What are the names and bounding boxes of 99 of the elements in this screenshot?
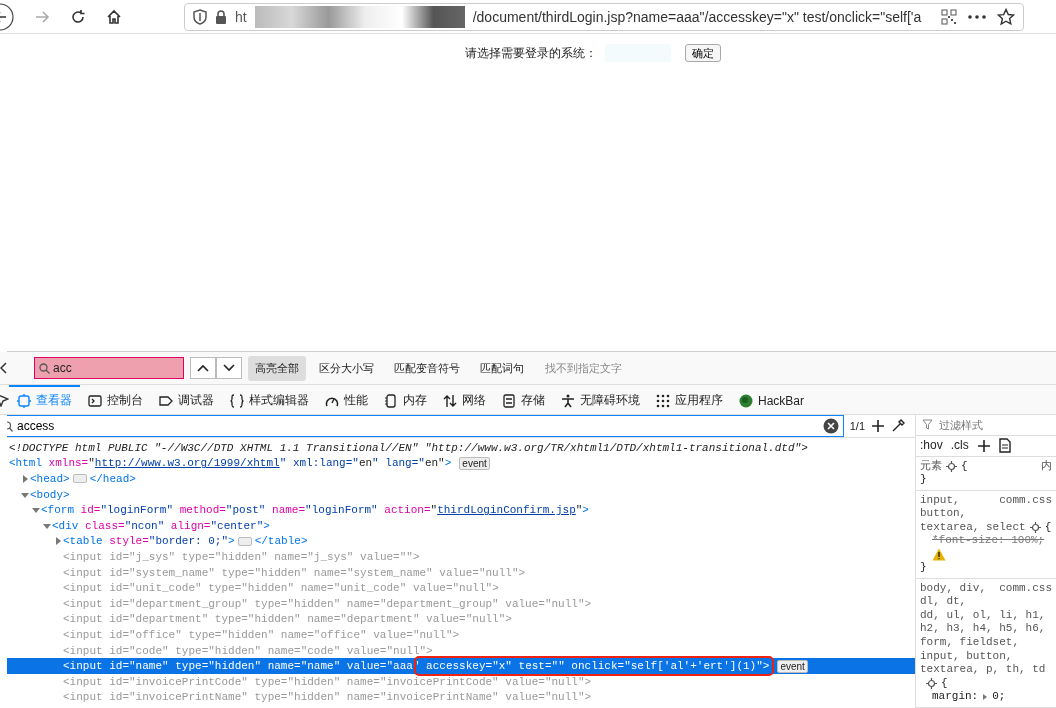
clear-icon[interactable] [822,418,839,434]
event-badge[interactable]: event [777,659,808,673]
css-selector: dl, dt, [920,595,967,609]
stylesheet-link[interactable]: comm.css [999,581,1052,596]
doctype-line[interactable]: <!DOCTYPE html PUBLIC "-//W3C//DTD XHTML 1.1 Transitional//EN" "http://www.w3.org/TR/xhtml1/DTD/xhtml1-transitional.dtd"> [9,441,808,454]
chevron-down-icon [223,364,235,372]
braces-icon [230,393,244,408]
closing-tag: </head> [89,473,136,485]
qr-code-icon[interactable] [941,8,957,25]
css-selector: textarea, p, th, td [920,663,1046,677]
code-line[interactable]: <div class="ncon" align="center"> [52,519,270,532]
debugger-icon [159,393,173,408]
markup-search-field[interactable]: access [7,415,844,437]
stylesheet-link[interactable]: 内 [1041,459,1052,474]
filter-icon [922,419,933,431]
arrows-icon [443,393,457,408]
code-line[interactable]: <form id="loginForm" method="post" name="loginForm" action="thirdLoginConfirm.jsp"> [41,504,589,517]
gear-icon[interactable] [926,678,937,690]
devtools-tab[interactable]: 内存 [376,384,435,415]
devtools-tab[interactable]: 应用程序 [648,384,731,415]
back-button[interactable] [0,1,16,32]
collapsed-triangle-icon[interactable] [20,474,30,484]
grid-dots-icon [656,393,670,408]
css-value[interactable]: 0; [992,690,1006,704]
add-icon[interactable] [976,438,991,453]
find-option-button[interactable]: 区分大小写 [312,355,381,381]
pick-element-icon[interactable] [0,392,9,407]
find-option-button[interactable]: 高亮全部 [248,355,306,381]
forward-arrow-icon [34,8,50,25]
stylesheet-link[interactable]: comm.css [999,493,1052,508]
chevron-icon[interactable] [0,362,8,374]
home-icon [106,8,122,25]
css-selector: body, div, [920,581,986,596]
add-icon[interactable] [871,419,885,433]
devtools-tab[interactable]: HackBar [731,384,812,415]
star-icon[interactable] [997,7,1015,26]
css-selector: h2, h3, h4, h5, h6, [920,622,1046,637]
url-text: ht [235,8,247,25]
css-brace: } [920,473,928,487]
shield-icon [193,8,207,25]
eyedropper-icon[interactable] [891,419,905,433]
chevron-up-icon [197,364,209,372]
match-count: 1/1 [849,420,865,432]
css-brace: { [961,459,968,474]
next-button[interactable] [216,357,242,379]
css-selector: textarea, select [920,520,1026,535]
address-bar[interactable]: ht /document/thirdLogin.jsp?name=aaa"/accesskey="x" test/onclick="self['a [184,2,1024,31]
devtools-tab[interactable]: 查看器 [9,384,80,415]
devtools-tab[interactable]: 性能 [317,384,376,415]
gear-icon[interactable] [1029,522,1041,534]
code-line[interactable]: <table style="border: 0;"> [63,535,235,548]
css-selector: dd, ul, ol, li, h1, [920,608,1046,623]
reload-icon [70,8,86,25]
code-line[interactable]: <head> [30,473,70,485]
gear-icon[interactable] [946,460,957,472]
url-text: /document/thirdLogin.jsp?name=aaa"/accesskey="x" test/onclick="self['a [472,8,923,25]
devtools-tab[interactable]: 存储 [494,384,553,415]
closing-tag: </table> [254,535,308,548]
system-select-label: 请选择需要登录的系统： [465,45,597,62]
link[interactable]: thirdLoginConfirm.jsp [437,504,576,517]
previous-button[interactable] [190,357,216,379]
console-icon [88,393,102,408]
cls-toggle[interactable]: .cls [950,438,969,453]
devtools-tab[interactable]: 样式编辑器 [222,384,317,415]
css-property[interactable]: margin: [932,690,979,704]
storage-icon [502,393,516,408]
expand-triangle-icon[interactable] [982,693,989,702]
find-option-button[interactable]: 匹配变音符号 [387,355,467,381]
css-selector: input, [920,493,960,508]
css-selector: 元素 [920,459,942,474]
find-option-button[interactable]: 匹配词句 [473,355,531,381]
devtools-tab[interactable]: 网络 [435,384,494,415]
hov-toggle[interactable]: :hov [920,438,943,453]
find-field[interactable]: acc [34,357,184,379]
code-line[interactable]: <html xmlns="http://www.w3.org/1999/xhtml" xml:lang="en" lang="en"> [9,457,452,470]
inspector-icon [17,393,31,408]
memory-chip-icon [384,393,398,408]
link[interactable]: http://www.w3.org/1999/xhtml [94,457,280,470]
document-icon[interactable] [998,438,1011,454]
css-brace: } [920,561,928,575]
devtools-tab[interactable]: 调试器 [151,384,222,415]
devtools-tab[interactable]: 控制台 [80,384,151,415]
find-status-text: 找不到指定文字 [545,360,622,376]
css-selector: button, [920,507,967,521]
css-brace: { [941,676,948,691]
collapsed-triangle-icon[interactable] [53,536,63,547]
back-arrow-icon [0,2,16,31]
css-selector: input, button, [920,649,1013,664]
css-brace: { [1044,520,1052,535]
lock-icon [215,9,227,24]
accessibility-person-icon [561,393,575,408]
ball-icon [739,393,753,408]
css-selector: form, fieldset, [920,636,1020,650]
code-line[interactable]: <body> [30,488,70,501]
devtools-tab[interactable]: 无障碍环境 [553,384,648,415]
confirm-button[interactable]: 确定 [685,44,721,62]
find-input[interactable]: acc [53,361,173,375]
css-declaration[interactable]: *font-size: 100%; [920,534,1052,549]
event-badge[interactable]: event [459,456,490,470]
